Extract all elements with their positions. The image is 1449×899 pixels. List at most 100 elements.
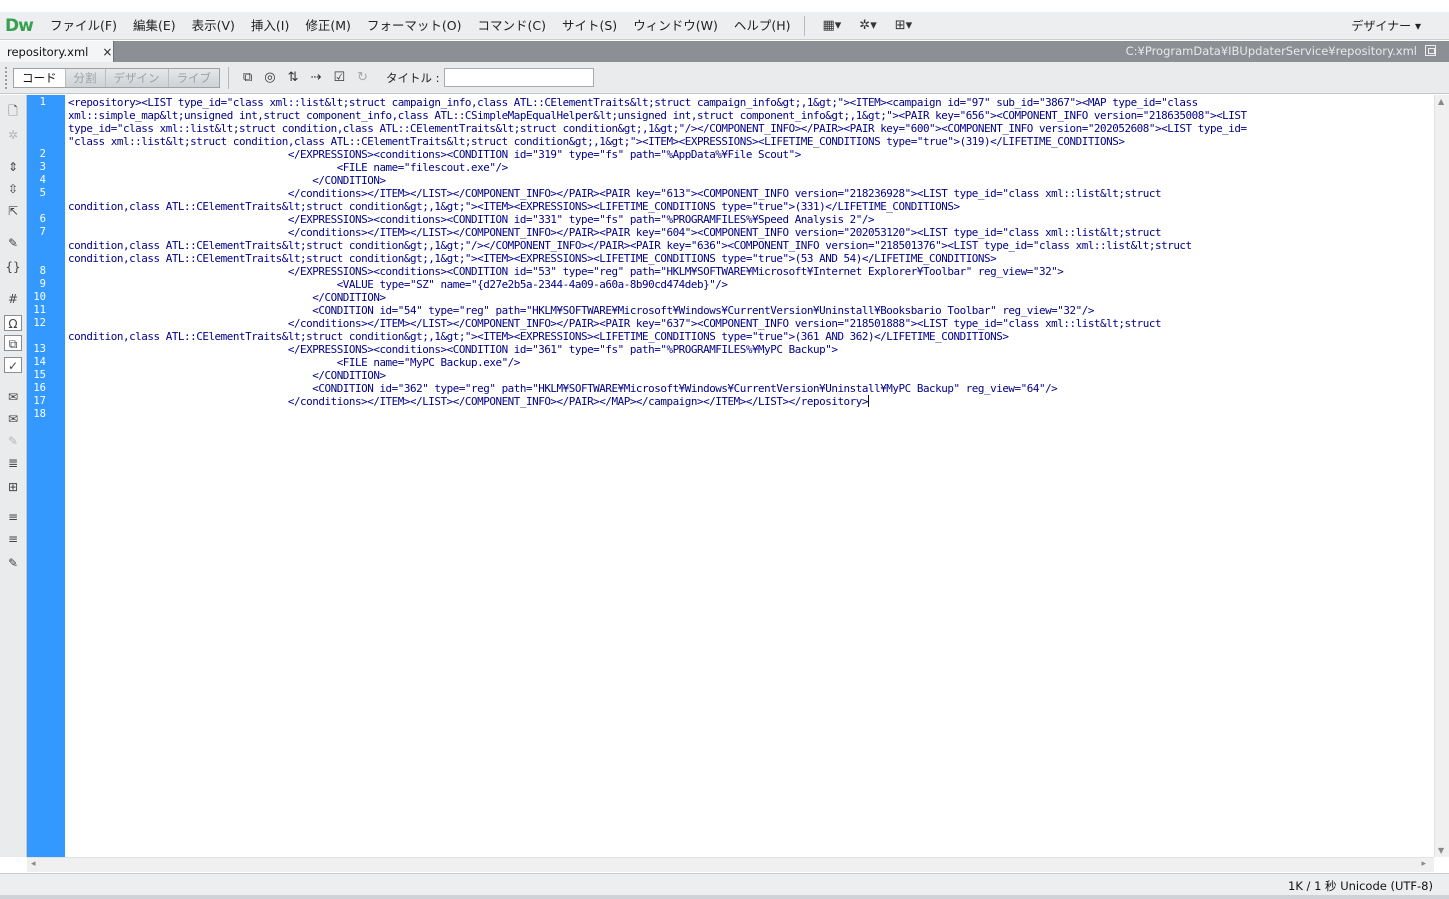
- line-number: 2: [39, 148, 46, 160]
- format-source-icon[interactable]: ✎: [4, 555, 22, 571]
- collapse-selection-icon[interactable]: ⇳: [4, 181, 22, 197]
- code-line: xml::simple_map&lt;unsigned int,struct c…: [68, 109, 1247, 122]
- menu-item[interactable]: 挿入(I): [243, 12, 297, 40]
- collapse-tag-icon[interactable]: ⇕: [4, 159, 22, 175]
- line-number: 12: [33, 317, 46, 329]
- document-tab-bar: repository.xml × C:¥ProgramData¥IBUpdate…: [0, 41, 1449, 62]
- code-line: </EXPRESSIONS><conditions><CONDITION id=…: [68, 343, 838, 356]
- scroll-right-icon[interactable]: ▸: [1421, 859, 1426, 869]
- vertical-scrollbar[interactable]: ▲ ▼: [1434, 95, 1449, 857]
- check-page-icon[interactable]: ☑: [327, 70, 351, 85]
- menu-item[interactable]: サイト(S): [554, 12, 625, 40]
- title-input[interactable]: [443, 68, 594, 87]
- close-icon[interactable]: ×: [102, 45, 112, 59]
- layout-icon[interactable]: ▦▾: [813, 12, 850, 40]
- workspace-switcher[interactable]: デザイナー ▾: [1351, 17, 1449, 34]
- menu-list: ファイル(F) 編集(E) 表示(V) 挿入(I) 修正(M) フォーマット(O) コマンド…: [42, 12, 798, 40]
- menu-item[interactable]: ウィンドウ(W): [625, 12, 726, 40]
- scroll-down-icon[interactable]: ▼: [1438, 846, 1444, 855]
- code-line: condition,class ATL::CElementTraits&lt;s…: [68, 252, 997, 265]
- expand-all-icon[interactable]: ⇱: [4, 203, 22, 219]
- extend-gear-icon[interactable]: ✲▾: [850, 12, 885, 40]
- dreamweaver-window: Dw ファイル(F) 編集(E) 表示(V) 挿入(I) 修正(M) フォーマット(O) コ…: [0, 0, 1449, 899]
- highlight-invalid-icon[interactable]: Ω: [4, 315, 22, 331]
- menu-item[interactable]: ファイル(F): [42, 12, 125, 40]
- recent-snippets-icon[interactable]: ≣: [4, 455, 22, 471]
- menu-item[interactable]: 表示(V): [184, 12, 243, 40]
- code-view-button[interactable]: コード: [14, 68, 66, 87]
- code-line: condition,class ATL::CElementTraits&lt;s…: [68, 239, 1192, 252]
- line-number: 17: [33, 395, 46, 407]
- site-icon[interactable]: ⊞▾: [886, 12, 921, 40]
- line-number: 5: [39, 187, 46, 199]
- code-line: <FILE name="MyPC Backup.exe"/>: [68, 356, 521, 369]
- select-parent-tag-icon[interactable]: ✎: [4, 235, 22, 251]
- code-line: <CONDITION id="362" type="reg" path="HKL…: [68, 382, 1058, 395]
- code-editor[interactable]: <repository><LIST type_id="class xml::li…: [68, 95, 1434, 857]
- file-management-icon[interactable]: ⇅: [282, 70, 305, 85]
- syntax-coloring-icon[interactable]: ✓: [4, 357, 22, 373]
- scroll-left-icon[interactable]: ◂: [31, 859, 36, 869]
- wrap-tag-icon[interactable]: ✎: [4, 433, 22, 449]
- menu-item[interactable]: フォーマット(O): [359, 12, 470, 40]
- title-label: タイトル :: [386, 70, 440, 85]
- code-line: </CONDITION>: [68, 174, 386, 187]
- menu-separator: [804, 15, 806, 36]
- line-number: 18: [33, 408, 46, 420]
- line-number: 6: [39, 213, 46, 225]
- remove-comment-icon[interactable]: ✉: [4, 411, 22, 427]
- code-line: </EXPRESSIONS><conditions><CONDITION id=…: [68, 148, 801, 161]
- line-number: 4: [39, 174, 46, 186]
- menu-item[interactable]: ヘルプ(H): [726, 12, 799, 40]
- indent-code-icon[interactable]: ≡: [4, 509, 22, 525]
- line-number: 1: [39, 96, 46, 108]
- show-code-navigator-icon[interactable]: ✲: [4, 127, 22, 143]
- toolbar-separator: [228, 66, 229, 89]
- document-path: C:¥ProgramData¥IBUpdaterService¥reposito…: [1125, 44, 1417, 58]
- outdent-code-icon[interactable]: ≡: [4, 531, 22, 547]
- toolbar-grip[interactable]: [5, 66, 9, 89]
- design-view-button[interactable]: デザイン: [105, 68, 169, 87]
- move-css-icon[interactable]: ⊞: [4, 479, 22, 495]
- code-line: </conditions></ITEM></LIST></COMPONENT_I…: [68, 187, 1162, 200]
- menu-item[interactable]: 編集(E): [125, 12, 184, 40]
- app-logo: Dw: [5, 15, 34, 36]
- preview-browser-icon[interactable]: ◎: [258, 70, 281, 85]
- status-bar: 1K / 1 秒 Unicode (UTF-8): [0, 873, 1449, 895]
- w3c-validation-icon[interactable]: ⇢: [305, 70, 328, 85]
- scroll-up-icon[interactable]: ▲: [1438, 97, 1444, 106]
- line-number: 15: [33, 369, 46, 381]
- line-number: 14: [33, 356, 46, 368]
- open-documents-icon[interactable]: 🗋: [4, 103, 22, 119]
- horizontal-scrollbar[interactable]: ◂ ▸: [27, 857, 1434, 872]
- line-numbers-icon[interactable]: #: [4, 291, 22, 307]
- code-line: "class xml::list&lt;struct condition,cla…: [68, 135, 1125, 148]
- code-line: </EXPRESSIONS><conditions><CONDITION id=…: [68, 213, 875, 226]
- code-line: </EXPRESSIONS><conditions><CONDITION id=…: [68, 265, 1064, 278]
- menu-item[interactable]: 修正(M): [297, 12, 359, 40]
- document-tab[interactable]: repository.xml ×: [0, 41, 114, 62]
- refresh-icon[interactable]: ↻: [351, 70, 374, 85]
- menu-item[interactable]: コマンド(C): [470, 12, 554, 40]
- view-buttons: コード 分割 デザイン ライブ: [13, 67, 220, 88]
- window-bottom-edge: [0, 895, 1449, 899]
- menu-bar: Dw ファイル(F) 編集(E) 表示(V) 挿入(I) 修正(M) フォーマット(O) コ…: [0, 12, 1449, 40]
- multiscreen-icon[interactable]: ⧉: [237, 70, 258, 85]
- code-line: <CONDITION id="54" type="reg" path="HKLM…: [68, 304, 1094, 317]
- document-toolbar: コード 分割 デザイン ライブ ⧉ ◎ ⇅ ⇢ ☑ ↻ タイトル :: [0, 62, 1449, 94]
- balance-braces-icon[interactable]: {}: [4, 259, 22, 275]
- coding-toolbar: 🗋 ✲ ⇕ ⇳ ⇱ ✎ {} # Ω ⧉ ✓ ✉ ✉ ✎ ≣ ⊞ ≡ ≡ ✎: [0, 95, 27, 857]
- text-caret: [867, 395, 869, 407]
- live-view-button[interactable]: ライブ: [168, 68, 219, 87]
- word-wrap-icon[interactable]: ⧉: [4, 335, 22, 351]
- line-number: 10: [33, 291, 46, 303]
- line-number: 8: [39, 265, 46, 277]
- document-tab-label: repository.xml: [7, 44, 89, 59]
- code-line: </CONDITION>: [68, 291, 386, 304]
- code-line: condition,class ATL::CElementTraits&lt;s…: [68, 200, 960, 213]
- code-line: </conditions></ITEM></LIST></COMPONENT_I…: [68, 395, 869, 408]
- code-line: <FILE name="filescout.exe"/>: [68, 161, 508, 174]
- apply-comment-icon[interactable]: ✉: [4, 389, 22, 405]
- split-view-button[interactable]: 分割: [65, 68, 106, 87]
- restore-window-icon[interactable]: [1425, 45, 1436, 56]
